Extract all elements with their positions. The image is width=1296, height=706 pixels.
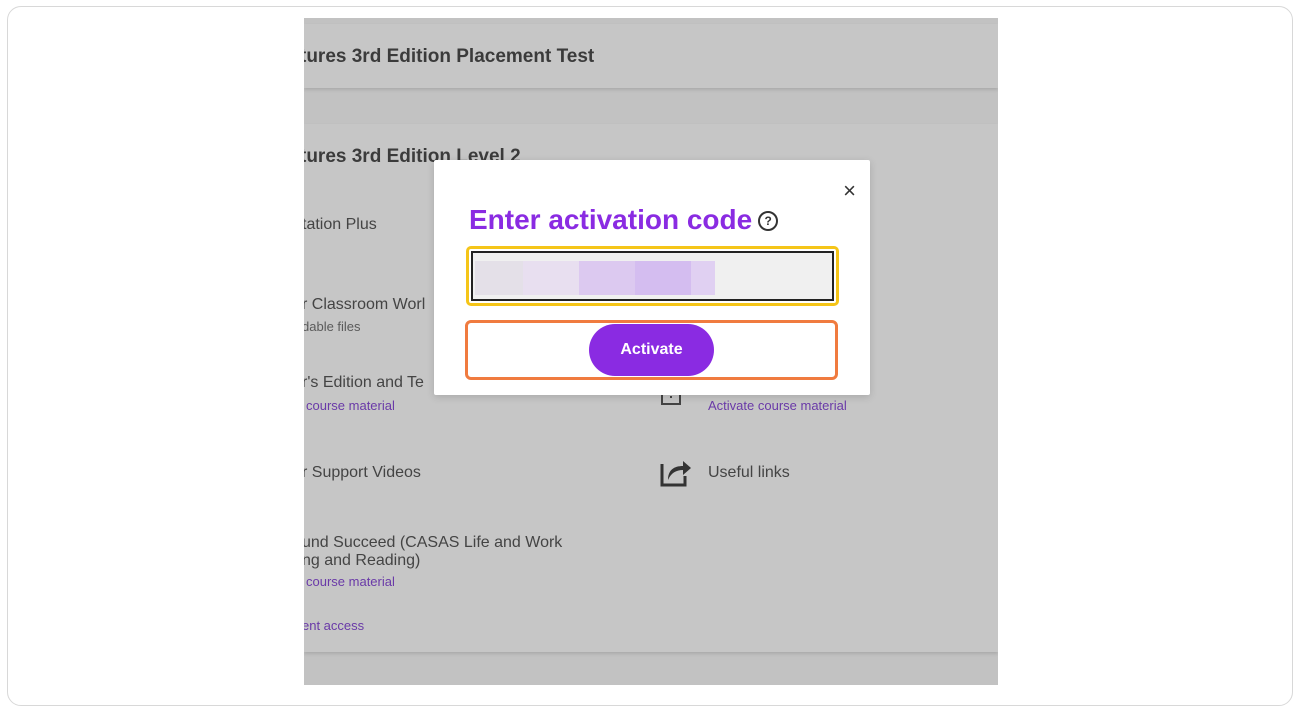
student-access-link[interactable]: ent access xyxy=(304,618,364,633)
redacted-value xyxy=(579,261,635,295)
course-title: tures 3rd Edition Placement Test xyxy=(304,46,595,67)
resource-title-line2: ng and Reading) xyxy=(304,552,421,569)
activate-course-link[interactable]: course material xyxy=(306,574,395,589)
close-icon[interactable]: × xyxy=(843,180,856,202)
modal-title: Enter activation code? xyxy=(469,204,779,236)
activate-button[interactable]: Activate xyxy=(589,324,714,376)
resource-subtitle: dable files xyxy=(304,319,361,334)
useful-links[interactable]: Useful links xyxy=(708,464,790,482)
redacted-value xyxy=(635,261,691,295)
activation-modal: × Enter activation code? Activate xyxy=(434,160,870,395)
resource-title[interactable]: r Classroom Worl xyxy=(304,296,425,314)
activation-code-field-highlight xyxy=(466,246,839,306)
help-icon[interactable]: ? xyxy=(758,211,779,231)
course-card-placement[interactable]: tures 3rd Edition Placement Test xyxy=(304,24,998,88)
resource-title[interactable]: und Succeed (CASAS Life and Work xyxy=(304,534,562,552)
activate-course-link[interactable]: Activate course material xyxy=(708,398,847,413)
share-icon xyxy=(659,456,693,493)
modal-title-text: Enter activation code xyxy=(469,204,753,235)
redacted-value xyxy=(475,261,523,295)
resource-title[interactable]: tation Plus xyxy=(304,216,377,234)
resource-title[interactable]: r's Edition and Te xyxy=(304,374,424,392)
activate-course-link[interactable]: course material xyxy=(306,398,395,413)
resource-title[interactable]: r Support Videos xyxy=(304,464,421,482)
activation-code-input[interactable] xyxy=(471,251,834,301)
redacted-value xyxy=(523,261,579,295)
redacted-value xyxy=(691,261,715,295)
